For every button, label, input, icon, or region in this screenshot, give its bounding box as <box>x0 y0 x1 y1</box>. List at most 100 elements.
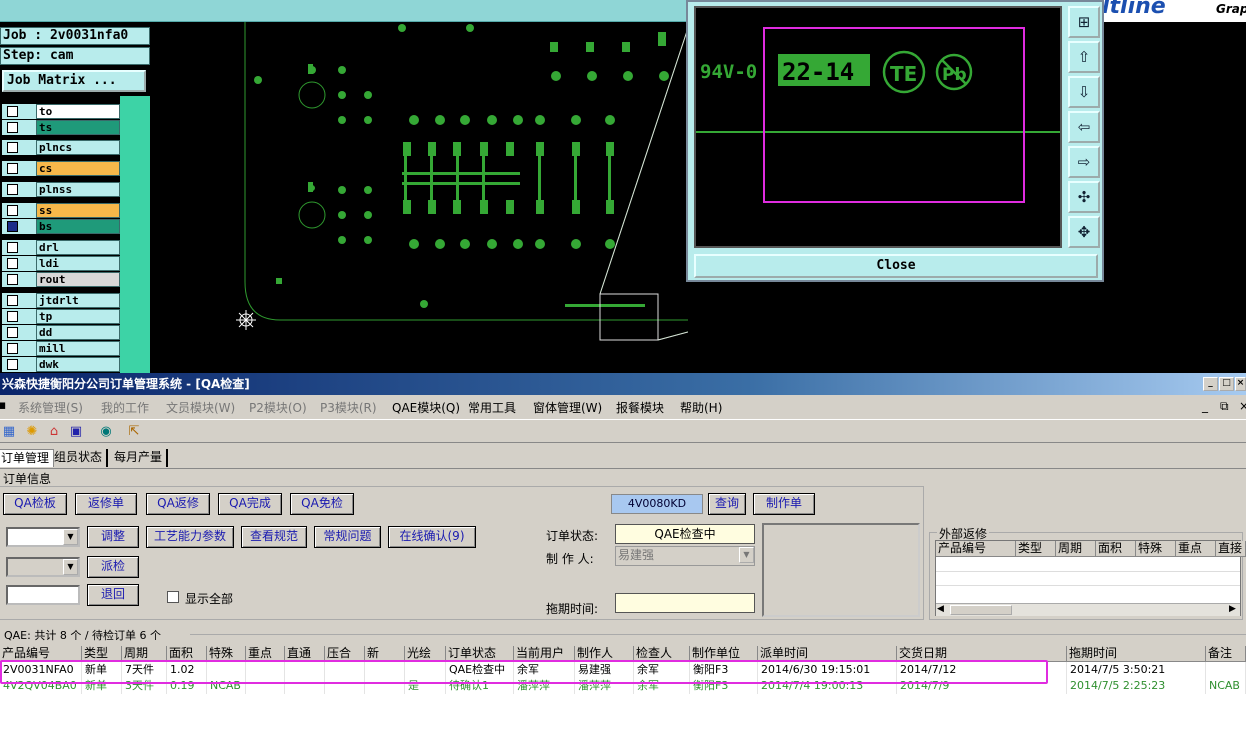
minimize-icon[interactable]: _ <box>1203 377 1218 391</box>
layer-row-dwk[interactable]: dwk <box>2 357 120 372</box>
menu-tools[interactable]: 常用工具 <box>468 399 516 416</box>
maximize-icon[interactable]: □ <box>1219 377 1234 391</box>
zoom-out-icon[interactable]: ✥ <box>1068 216 1100 248</box>
show-all-checkbox[interactable] <box>167 591 179 603</box>
dispatch-button[interactable]: 派检 <box>87 556 139 578</box>
layer-row-mill[interactable]: mill <box>2 341 120 356</box>
layer-checkbox[interactable] <box>7 359 18 370</box>
layer-row-bs[interactable]: bs <box>2 219 120 234</box>
zoom-fit-icon[interactable]: ⊞ <box>1068 6 1100 38</box>
pan-up-icon[interactable]: ⇧ <box>1068 41 1100 73</box>
adjust-button[interactable]: 调整 <box>87 526 139 548</box>
house-icon[interactable]: ⌂ <box>46 424 62 440</box>
layer-checkbox[interactable] <box>7 327 18 338</box>
layer-checkbox[interactable] <box>7 122 18 133</box>
mdi-close-icon[interactable]: × <box>1239 399 1246 413</box>
layer-row-rout[interactable]: rout <box>2 272 120 287</box>
scroll-right-icon[interactable]: ▶ <box>1229 604 1236 614</box>
close-button[interactable]: Close <box>694 254 1098 278</box>
layer-checkbox[interactable] <box>7 106 18 117</box>
table-cell[interactable]: 2014/7/5 2:25:23 <box>1067 678 1206 694</box>
job-matrix-button[interactable]: Job Matrix ... <box>2 70 146 92</box>
layer-checkbox[interactable] <box>7 274 18 285</box>
layer-row-ldi[interactable]: ldi <box>2 256 120 271</box>
external-column-header[interactable]: 面积 <box>1096 541 1136 557</box>
menu-meal[interactable]: 报餐模块 <box>616 399 664 416</box>
repair-order-button[interactable]: 返修单 <box>75 493 137 515</box>
return-button[interactable]: 退回 <box>87 584 139 606</box>
menu-help[interactable]: 帮助(H) <box>680 399 722 416</box>
column-header[interactable]: 拖期时间 <box>1067 646 1206 662</box>
layer-checkbox[interactable] <box>7 343 18 354</box>
zoom-in-icon[interactable]: ✣ <box>1068 181 1100 213</box>
layer-row-to[interactable]: to <box>2 104 120 119</box>
pan-right-icon[interactable]: ⇨ <box>1068 146 1100 178</box>
pan-left-icon[interactable]: ⇦ <box>1068 111 1100 143</box>
tab-monthly-output[interactable]: 每月产量 <box>110 449 169 467</box>
external-column-header[interactable]: 周期 <box>1056 541 1096 557</box>
online-confirm-button[interactable]: 在线确认(9) <box>388 526 476 548</box>
globe-icon[interactable]: ◉ <box>98 424 114 440</box>
chevron-down-icon[interactable]: ▼ <box>739 547 754 563</box>
filter-combo[interactable]: ▼ <box>6 527 80 547</box>
exit-icon[interactable]: ⇱ <box>126 424 142 440</box>
qa-complete-button[interactable]: QA完成 <box>218 493 282 515</box>
view-spec-button[interactable]: 查看规范 <box>241 526 307 548</box>
make-order-button[interactable]: 制作单 <box>753 493 815 515</box>
maker-combo[interactable]: 易建强 ▼ <box>615 546 755 566</box>
external-column-header[interactable]: 直接 <box>1216 541 1246 557</box>
table-cell[interactable] <box>1206 662 1246 678</box>
chevron-down-icon[interactable]: ▼ <box>63 559 78 575</box>
menu-qae[interactable]: QAE模块(Q) <box>392 399 460 416</box>
pan-down-icon[interactable]: ⇩ <box>1068 76 1100 108</box>
mdi-restore-icon[interactable]: ⧉ <box>1220 399 1229 414</box>
app-menu-icon[interactable]: ▪ <box>0 398 10 414</box>
layer-row-dd[interactable]: dd <box>2 325 120 340</box>
external-column-header[interactable]: 类型 <box>1016 541 1056 557</box>
qa-exempt-button[interactable]: QA免检 <box>290 493 354 515</box>
chevron-down-icon[interactable]: ▼ <box>63 529 78 545</box>
inspector-combo[interactable]: ▼ <box>6 557 80 577</box>
table-cell[interactable]: 2014/7/5 3:50:21 <box>1067 662 1206 678</box>
layer-checkbox[interactable] <box>7 295 18 306</box>
layer-row-tp[interactable]: tp <box>2 309 120 324</box>
menu-window[interactable]: 窗体管理(W) <box>533 399 602 416</box>
scroll-left-icon[interactable]: ◀ <box>937 604 944 614</box>
close-window-icon[interactable]: × <box>1235 377 1246 391</box>
layer-row-cs[interactable]: cs <box>2 161 120 176</box>
external-repair-grid[interactable]: 产品编号 类型 周期 面积 特殊 重点 直接 ◀ ▶ <box>935 540 1246 616</box>
external-column-header[interactable]: 产品编号 <box>936 541 1016 557</box>
qa-inspect-board-button[interactable]: QA检板 <box>3 493 67 515</box>
layer-row-plnss[interactable]: plnss <box>2 182 120 197</box>
mdi-minimize-icon[interactable]: _ <box>1202 399 1208 413</box>
table-cell[interactable]: NCAB <box>1206 678 1246 694</box>
query-button[interactable]: 查询 <box>708 493 746 515</box>
layer-checkbox[interactable] <box>7 311 18 322</box>
process-capability-button[interactable]: 工艺能力参数 <box>146 526 234 548</box>
column-header[interactable]: 备注 <box>1206 646 1246 662</box>
menu-my-work[interactable]: 我的工作 <box>101 399 149 416</box>
menu-clerk[interactable]: 文员模块(W) <box>166 399 235 416</box>
external-hscroll[interactable]: ◀ ▶ <box>936 603 1240 616</box>
layer-checkbox[interactable] <box>7 242 18 253</box>
layer-row-jtdrlt[interactable]: jtdrlt <box>2 293 120 308</box>
layer-row-plncs[interactable]: plncs <box>2 140 120 155</box>
layer-checkbox[interactable] <box>7 205 18 216</box>
layer-checkbox[interactable] <box>7 258 18 269</box>
grid-icon[interactable]: ▦ <box>1 424 17 440</box>
reason-input[interactable] <box>6 585 80 605</box>
menu-p2[interactable]: P2模块(O) <box>249 399 307 416</box>
sun-icon[interactable]: ✺ <box>24 424 40 440</box>
scroll-thumb[interactable] <box>950 605 1012 615</box>
tab-member-status[interactable]: 组员状态 <box>50 449 109 467</box>
pcb-graphic-view[interactable] <box>150 22 688 373</box>
layer-checkbox[interactable] <box>7 221 18 232</box>
layer-row-ss[interactable]: ss <box>2 203 120 218</box>
layer-row-drl[interactable]: drl <box>2 240 120 255</box>
save-icon[interactable]: ▣ <box>68 424 84 440</box>
layer-checkbox[interactable] <box>7 163 18 174</box>
qa-repair-button[interactable]: QA返修 <box>146 493 210 515</box>
external-column-header[interactable]: 特殊 <box>1136 541 1176 557</box>
zoom-view[interactable]: 94V-0 22-14 TE Pb <box>694 6 1062 248</box>
menu-system[interactable]: 系统管理(S) <box>18 399 83 416</box>
